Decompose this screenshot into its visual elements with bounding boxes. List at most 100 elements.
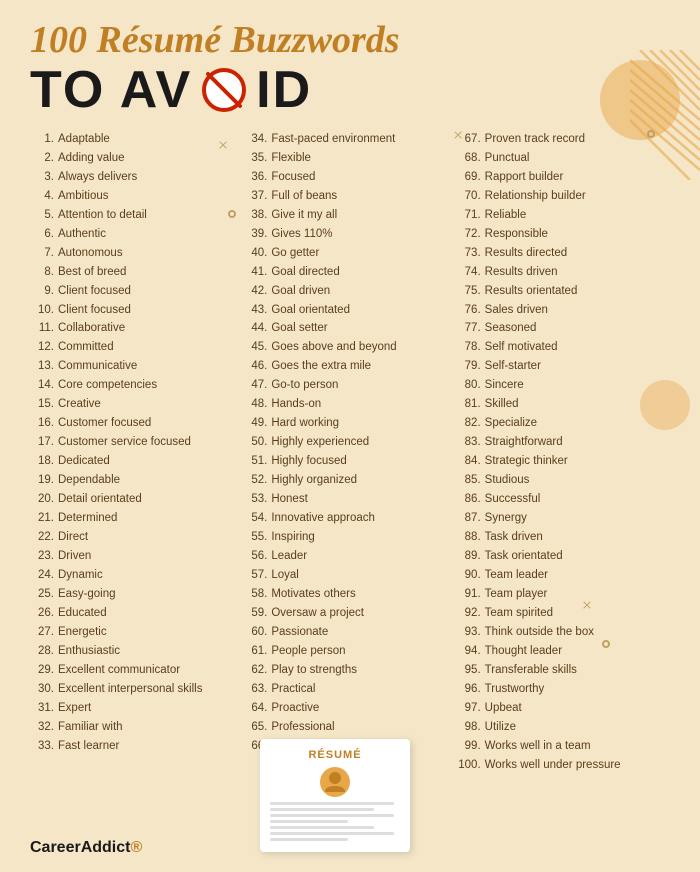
list-item: 63.Practical	[243, 680, 456, 699]
list-item: 97.Upbeat	[457, 699, 670, 718]
list-item: 3.Always delivers	[30, 168, 243, 187]
list-item: 57.Loyal	[243, 566, 456, 585]
list-item: 96.Trustworthy	[457, 680, 670, 699]
list-item: 13.Communicative	[30, 357, 243, 376]
list-item: 84.Strategic thinker	[457, 452, 670, 471]
list-item: 59.Oversaw a project	[243, 604, 456, 623]
list-item: 5.Attention to detail	[30, 206, 243, 225]
list-item: 93.Think outside the box	[457, 623, 670, 642]
list-item: 35.Flexible	[243, 149, 456, 168]
resume-line-3	[270, 814, 394, 817]
list-item: 92.Team spirited	[457, 604, 670, 623]
columns-wrapper: 1.Adaptable2.Adding value3.Always delive…	[30, 130, 670, 775]
list-item: 47.Go-to person	[243, 376, 456, 395]
list-item: 24.Dynamic	[30, 566, 243, 585]
list-item: 22.Direct	[30, 528, 243, 547]
logo-area: CareerCareerAddictAddict®	[30, 839, 142, 857]
list-item: 76.Sales driven	[457, 301, 670, 320]
list-item: 2.Adding value	[30, 149, 243, 168]
list-item: 25.Easy-going	[30, 585, 243, 604]
list-item: 36.Focused	[243, 168, 456, 187]
list-item: 82.Specialize	[457, 414, 670, 433]
column-2: 34.Fast-paced environment35.Flexible36.F…	[243, 130, 456, 775]
logo-career: Career	[30, 839, 81, 856]
list-item: 20.Detail orientated	[30, 490, 243, 509]
avatar-icon	[321, 768, 349, 796]
list-item: 9.Client focused	[30, 282, 243, 301]
resume-line-6	[270, 832, 394, 835]
list-item: 49.Hard working	[243, 414, 456, 433]
list-item: 39.Gives 110%	[243, 225, 456, 244]
list-item: 77.Seasoned	[457, 319, 670, 338]
list-item: 7.Autonomous	[30, 244, 243, 263]
logo-addict-text: Addict	[81, 839, 131, 856]
list-item: 18.Dedicated	[30, 452, 243, 471]
avoid-text: TO AV	[30, 60, 192, 120]
title-section: 100 Résumé Buzzwords TO AV ID	[30, 20, 670, 120]
list-item: 73.Results directed	[457, 244, 670, 263]
list-item: 29.Excellent communicator	[30, 661, 243, 680]
list-item: 69.Rapport builder	[457, 168, 670, 187]
list-item: 71.Reliable	[457, 206, 670, 225]
list-item: 45.Goes above and beyond	[243, 338, 456, 357]
list-item: 31.Expert	[30, 699, 243, 718]
list-item: 61.People person	[243, 642, 456, 661]
list-item: 87.Synergy	[457, 509, 670, 528]
resume-card: RÉSUMÉ	[260, 739, 410, 852]
list-item: 72.Responsible	[457, 225, 670, 244]
list-item: 81.Skilled	[457, 395, 670, 414]
list-item: 14.Core competencies	[30, 376, 243, 395]
list-item: 15.Creative	[30, 395, 243, 414]
no-symbol-icon	[200, 66, 248, 114]
list-item: 12.Committed	[30, 338, 243, 357]
column-1: 1.Adaptable2.Adding value3.Always delive…	[30, 130, 243, 775]
list-item: 55.Inspiring	[243, 528, 456, 547]
logo-text: CareerCareerAddictAddict®	[30, 839, 142, 857]
list-item: 65.Professional	[243, 718, 456, 737]
list-item: 37.Full of beans	[243, 187, 456, 206]
resume-line-2	[270, 808, 374, 811]
list-item: 16.Customer focused	[30, 414, 243, 433]
list-item: 26.Educated	[30, 604, 243, 623]
resume-line-5	[270, 826, 374, 829]
list-item: 8.Best of breed	[30, 263, 243, 282]
list-item: 78.Self motivated	[457, 338, 670, 357]
list-item: 89.Task orientated	[457, 547, 670, 566]
list-item: 74.Results driven	[457, 263, 670, 282]
list-item: 83.Straightforward	[457, 433, 670, 452]
list-item: 100.Works well under pressure	[457, 756, 670, 775]
list-item: 88.Task driven	[457, 528, 670, 547]
list-item: 11.Collaborative	[30, 319, 243, 338]
resume-avatar	[320, 767, 350, 797]
resume-lines	[270, 802, 400, 841]
list-item: 90.Team leader	[457, 566, 670, 585]
list-item: 17.Customer service focused	[30, 433, 243, 452]
list-item: 80.Sincere	[457, 376, 670, 395]
list-item: 56.Leader	[243, 547, 456, 566]
resume-line-1	[270, 802, 394, 805]
avoid-text-2: ID	[256, 60, 312, 120]
list-item: 60.Passionate	[243, 623, 456, 642]
list-item: 85.Studious	[457, 471, 670, 490]
list-item: 64.Proactive	[243, 699, 456, 718]
list-item: 68.Punctual	[457, 149, 670, 168]
list-item: 33.Fast learner	[30, 737, 243, 756]
list-item: 86.Successful	[457, 490, 670, 509]
list-item: 91.Team player	[457, 585, 670, 604]
resume-line-4	[270, 820, 348, 823]
avoid-line: TO AV ID	[30, 60, 670, 120]
list-item: 99.Works well in a team	[457, 737, 670, 756]
list-item: 95.Transferable skills	[457, 661, 670, 680]
list-item: 50.Highly experienced	[243, 433, 456, 452]
resume-line-7	[270, 838, 348, 841]
list-item: 62.Play to strengths	[243, 661, 456, 680]
list-item: 38.Give it my all	[243, 206, 456, 225]
list-item: 1.Adaptable	[30, 130, 243, 149]
list-item: 51.Highly focused	[243, 452, 456, 471]
list-item: 53.Honest	[243, 490, 456, 509]
list-item: 94.Thought leader	[457, 642, 670, 661]
list-item: 70.Relationship builder	[457, 187, 670, 206]
list-item: 75.Results orientated	[457, 282, 670, 301]
list-item: 41.Goal directed	[243, 263, 456, 282]
list-item: 32.Familiar with	[30, 718, 243, 737]
